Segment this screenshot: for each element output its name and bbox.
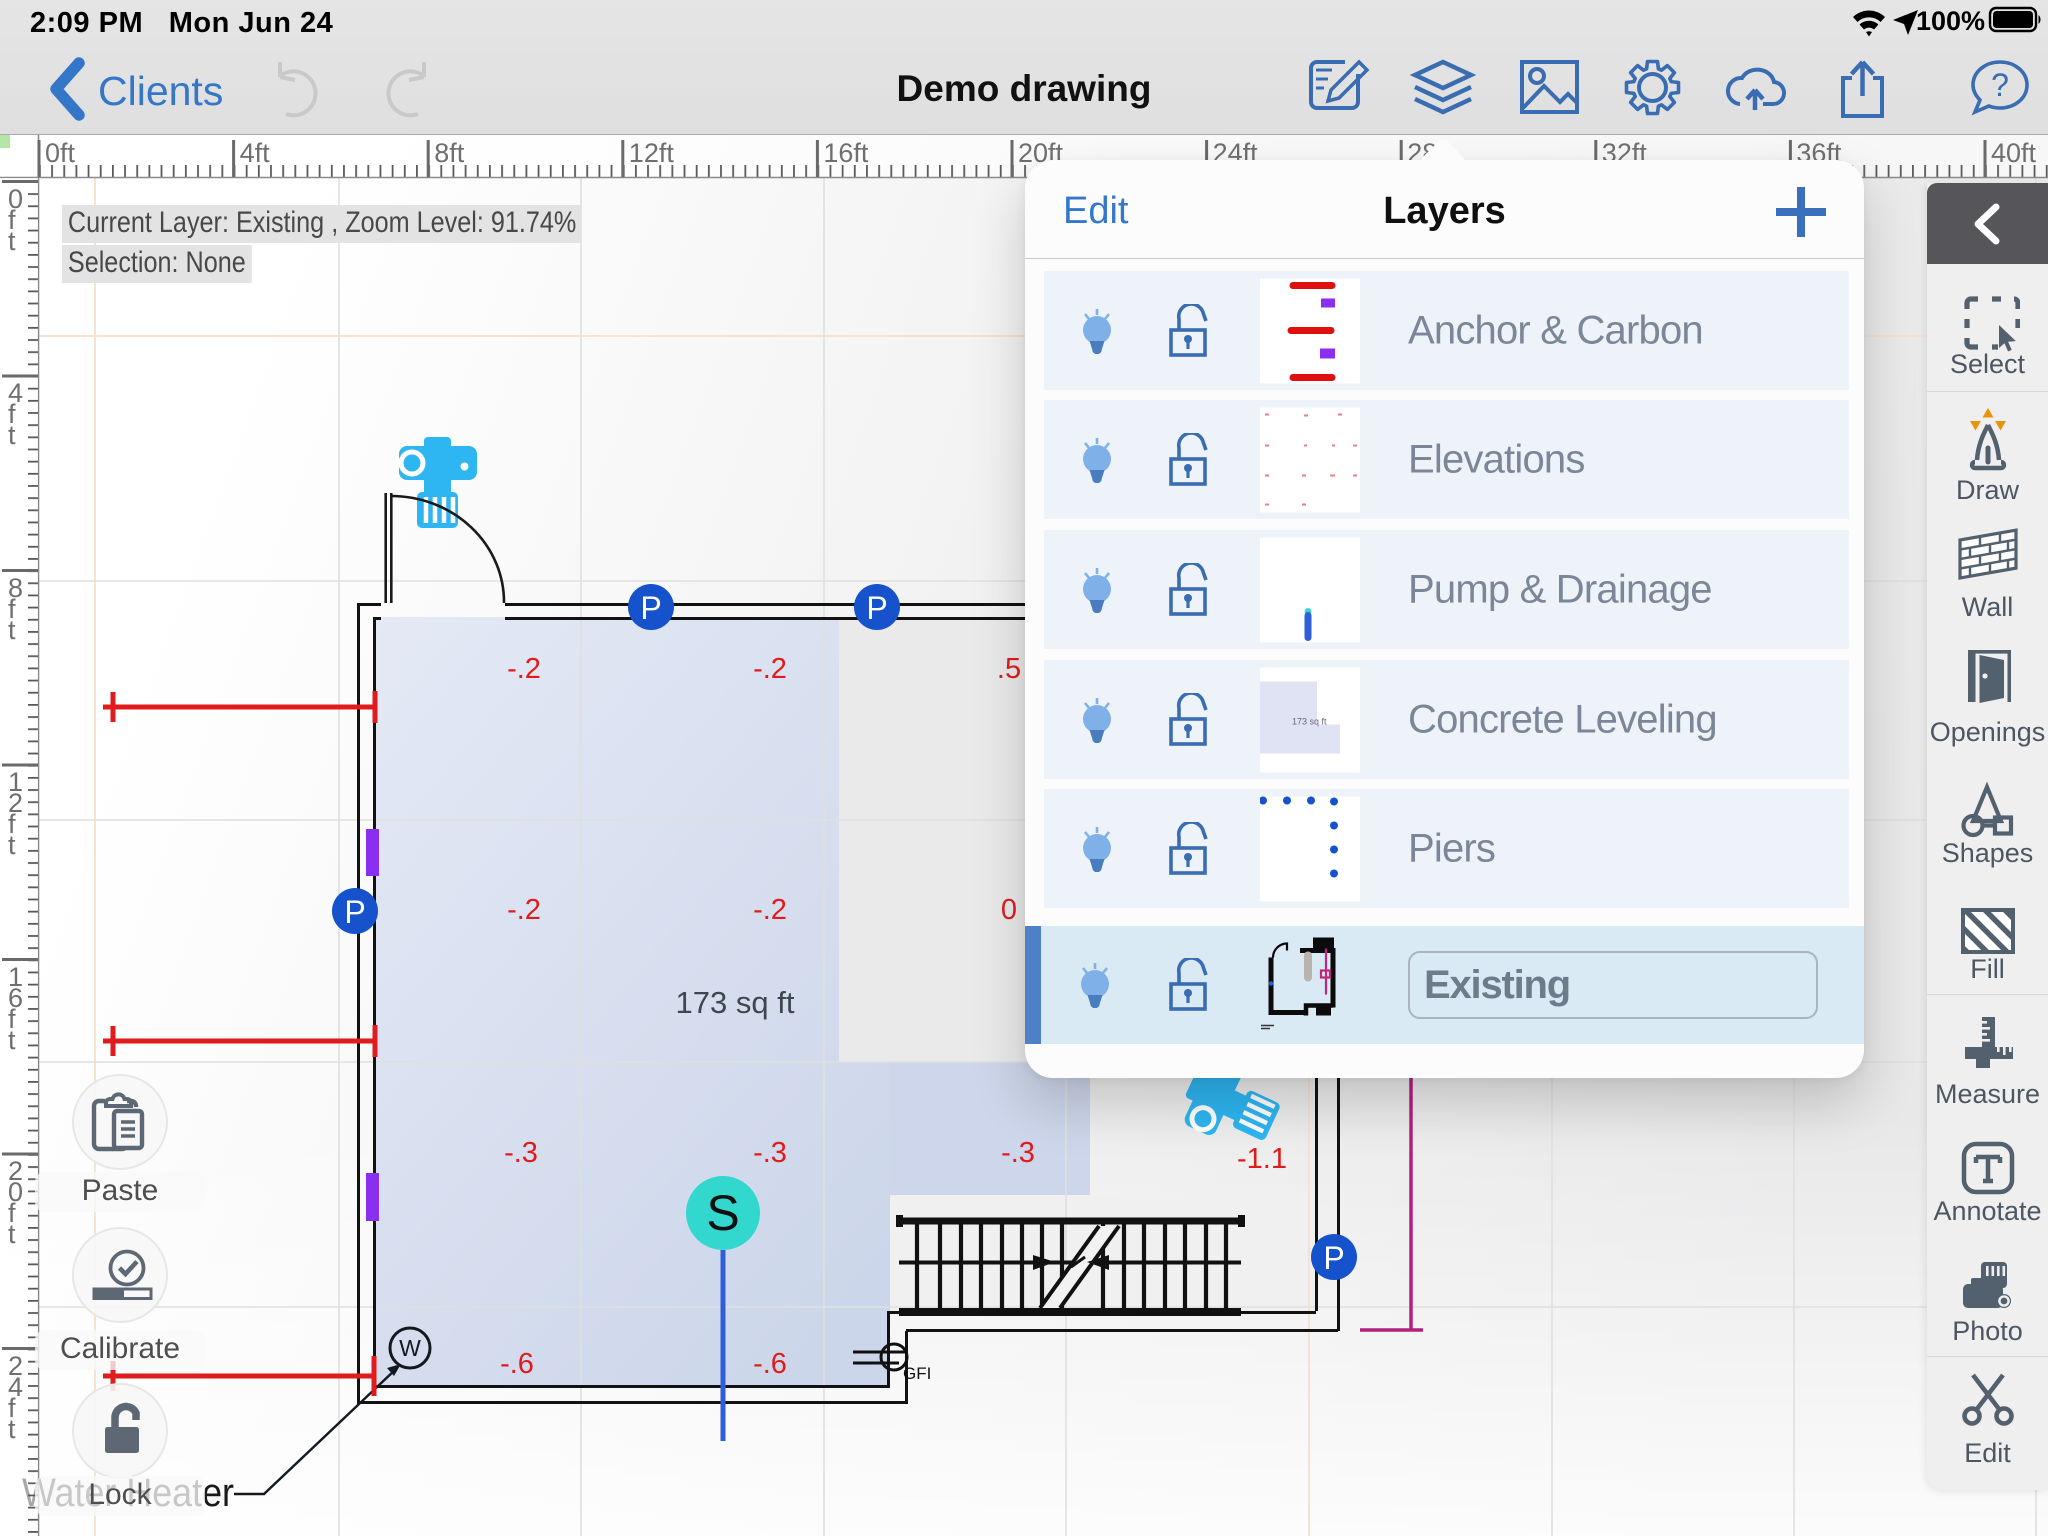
svg-text:173 sq ft: 173 sq ft bbox=[676, 985, 795, 1020]
svg-text:-.3: -.3 bbox=[1001, 1137, 1035, 1169]
svg-text:4ft: 4ft bbox=[240, 138, 271, 168]
svg-text:-.2: -.2 bbox=[753, 653, 787, 685]
svg-text:0: 0 bbox=[1001, 894, 1017, 926]
svg-text:t: t bbox=[8, 1025, 16, 1055]
svg-text:P: P bbox=[344, 894, 365, 930]
svg-text:t: t bbox=[8, 830, 16, 860]
svg-text:-1.1: -1.1 bbox=[1237, 1143, 1287, 1175]
svg-text:8ft: 8ft bbox=[434, 138, 465, 168]
svg-text:t: t bbox=[8, 420, 16, 450]
svg-text:40ft: 40ft bbox=[1991, 138, 2037, 168]
svg-text:-.2: -.2 bbox=[753, 894, 787, 926]
svg-text:W: W bbox=[399, 1335, 421, 1361]
svg-text:-.2: -.2 bbox=[507, 653, 541, 685]
svg-text:?: ? bbox=[1991, 67, 2009, 103]
svg-text:P: P bbox=[1323, 1240, 1344, 1276]
svg-text:-.6: -.6 bbox=[753, 1348, 787, 1380]
svg-text:t: t bbox=[8, 1219, 16, 1249]
svg-text:0ft: 0ft bbox=[45, 138, 76, 168]
svg-text:t: t bbox=[8, 615, 16, 645]
svg-text:GFI: GFI bbox=[903, 1364, 931, 1383]
svg-text:P: P bbox=[866, 590, 887, 626]
svg-text:100%: 100% bbox=[1916, 6, 1985, 36]
svg-text:.5: .5 bbox=[997, 653, 1021, 685]
svg-text:173 sq ft: 173 sq ft bbox=[1292, 716, 1327, 726]
svg-text:-.3: -.3 bbox=[753, 1137, 787, 1169]
svg-text:-.6: -.6 bbox=[500, 1348, 534, 1380]
svg-text:12ft: 12ft bbox=[629, 138, 675, 168]
svg-text:16ft: 16ft bbox=[823, 138, 869, 168]
svg-text:t: t bbox=[8, 1414, 16, 1444]
svg-text:t: t bbox=[8, 226, 16, 256]
svg-text:-.3: -.3 bbox=[504, 1137, 538, 1169]
svg-text:-.2: -.2 bbox=[507, 894, 541, 926]
svg-text:P: P bbox=[640, 590, 661, 626]
svg-text:S: S bbox=[706, 1185, 739, 1241]
